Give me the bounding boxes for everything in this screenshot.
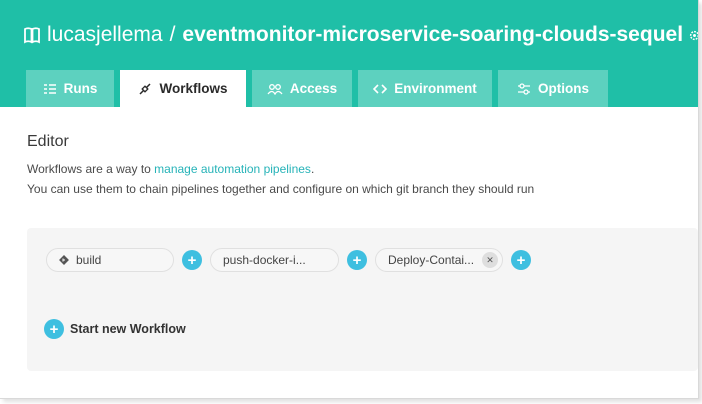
repo-separator: / — [169, 23, 176, 46]
tab-runs[interactable]: Runs — [26, 70, 114, 107]
manage-automation-pipelines-link[interactable]: manage automation pipelines — [154, 162, 311, 176]
tab-options-label: Options — [538, 81, 589, 96]
tab-environment-label: Environment — [394, 81, 477, 96]
code-icon — [373, 83, 388, 94]
tab-workflows[interactable]: Workflows — [120, 70, 246, 107]
tab-bar: Runs Workflows Access Environment Option… — [26, 70, 614, 107]
access-icon — [267, 83, 283, 95]
pipeline-deploy-container[interactable]: Deploy-Contai... ✕ — [375, 248, 503, 272]
description-line-2: You can use them to chain pipelines toge… — [27, 182, 535, 196]
add-pipeline-button[interactable]: + — [511, 250, 531, 270]
editor-title: Editor — [27, 133, 69, 150]
repo-owner[interactable]: lucasjellema — [47, 23, 163, 47]
start-new-workflow-button[interactable]: + Start new Workflow — [44, 319, 186, 339]
repo-title: lucasjellema / eventmonitor-microservice… — [23, 20, 699, 50]
start-new-workflow-label: Start new Workflow — [70, 322, 186, 336]
add-pipeline-button[interactable]: + — [182, 250, 202, 270]
pipeline-push-docker[interactable]: push-docker-i... — [210, 248, 339, 272]
remove-pipeline-close-icon[interactable]: ✕ — [482, 252, 498, 268]
tab-access[interactable]: Access — [252, 70, 352, 107]
pipeline-build[interactable]: build — [46, 248, 174, 272]
tab-workflows-label: Workflows — [159, 81, 228, 96]
pipeline-build-label: build — [76, 253, 102, 267]
editor-panel: Editor Workflows are a way to manage aut… — [0, 107, 698, 398]
branch-icon — [59, 255, 69, 265]
workflow-chain: build + push-docker-i... + Deploy-Contai… — [46, 247, 539, 273]
workflow-icon — [139, 82, 152, 95]
description-line-1: Workflows are a way to manage automation… — [27, 159, 534, 179]
repo-name[interactable]: eventmonitor-microservice-soaring-clouds… — [182, 23, 683, 47]
repo-book-icon — [24, 27, 40, 44]
plus-icon: + — [44, 319, 64, 339]
runs-icon — [43, 83, 56, 94]
editor-description: Workflows are a way to manage automation… — [27, 159, 534, 199]
app-window: lucasjellema / eventmonitor-microservice… — [0, 0, 699, 399]
tab-runs-label: Runs — [63, 81, 98, 96]
description-prefix: Workflows are a way to — [27, 162, 155, 176]
tab-access-label: Access — [289, 81, 338, 96]
pipeline-deploy-label: Deploy-Contai... — [388, 253, 475, 267]
options-icon — [518, 82, 530, 95]
settings-gear-icon[interactable] — [689, 30, 699, 41]
header: lucasjellema / eventmonitor-microservice… — [0, 0, 698, 107]
workflow-container: build + push-docker-i... + Deploy-Contai… — [27, 228, 698, 371]
tab-environment[interactable]: Environment — [358, 70, 492, 107]
pipeline-push-docker-label: push-docker-i... — [223, 253, 306, 267]
add-pipeline-button[interactable]: + — [347, 250, 367, 270]
tab-options[interactable]: Options — [498, 70, 608, 107]
description-suffix: . — [310, 162, 315, 176]
